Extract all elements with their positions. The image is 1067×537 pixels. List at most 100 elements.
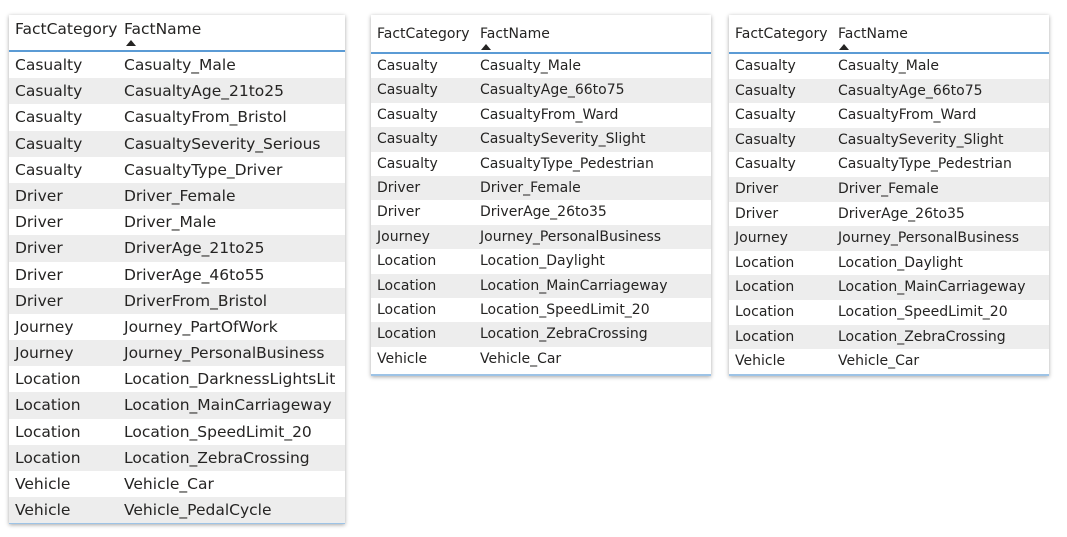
table-row[interactable]: Location Location_ZebraCrossing bbox=[9, 444, 345, 471]
table-row[interactable]: Casualty CasualtyFrom_Bristol bbox=[9, 104, 345, 130]
table-row[interactable]: Driver DriverAge_26to35 bbox=[371, 200, 711, 224]
table-header: FactCategory FactName bbox=[729, 15, 1049, 54]
cell-factcategory: Casualty bbox=[735, 156, 796, 173]
table-row[interactable]: Casualty CasualtySeverity_Slight bbox=[729, 127, 1049, 153]
cell-factcategory: Casualty bbox=[15, 134, 83, 153]
cell-factcategory: Location bbox=[15, 422, 81, 441]
table-row[interactable]: Casualty CasualtySeverity_Serious bbox=[9, 130, 345, 157]
cell-factname: DriverAge_46to55 bbox=[124, 265, 265, 284]
cell-factcategory: Location bbox=[377, 326, 437, 343]
table-row[interactable]: Journey Journey_PersonalBusiness bbox=[9, 340, 345, 367]
table-row[interactable]: Driver DriverAge_46to55 bbox=[9, 262, 345, 288]
table-body: Casualty Casualty_Male Casualty CasualtyAge… bbox=[371, 54, 711, 371]
cell-factcategory: Driver bbox=[377, 204, 421, 221]
table-row[interactable]: Vehicle Vehicle_Car bbox=[371, 347, 711, 371]
cell-factcategory: Casualty bbox=[735, 131, 796, 148]
table-row[interactable]: Location Location_MainCarriageway bbox=[9, 392, 345, 419]
cell-factname: DriverAge_26to35 bbox=[838, 205, 965, 222]
table-row[interactable]: Location Location_MainCarriageway bbox=[729, 275, 1049, 300]
table-row[interactable]: Casualty Casualty_Male bbox=[371, 54, 711, 78]
table-visual-3[interactable]: FactCategory FactName Casualty Casualty_M… bbox=[729, 15, 1049, 376]
cell-factcategory: Casualty bbox=[735, 58, 796, 74]
cell-factcategory: Casualty bbox=[377, 155, 438, 172]
cell-factcategory: Location bbox=[15, 396, 81, 415]
table-row[interactable]: Casualty CasualtyAge_66to75 bbox=[371, 78, 711, 103]
table-row[interactable]: Casualty CasualtySeverity_Slight bbox=[371, 127, 711, 152]
sort-ascending-icon[interactable] bbox=[481, 44, 491, 50]
cell-factname: Driver_Female bbox=[480, 179, 581, 196]
table-visual-1[interactable]: FactCategory FactName Casualty Casualty_M… bbox=[9, 15, 345, 524]
cell-factname: CasualtyAge_66to75 bbox=[838, 82, 983, 99]
cell-factcategory: Location bbox=[735, 328, 795, 345]
cell-factname: CasualtyFrom_Ward bbox=[480, 106, 619, 123]
column-header-factname[interactable]: FactName bbox=[838, 26, 908, 42]
column-header-factcategory[interactable]: FactCategory bbox=[15, 20, 117, 38]
table-row[interactable]: Vehicle Vehicle_PedalCycle bbox=[9, 497, 345, 524]
column-header-factname[interactable]: FactName bbox=[124, 20, 201, 38]
table-body: Casualty Casualty_Male Casualty CasualtyAge… bbox=[729, 54, 1049, 374]
cell-factname: Location_DarknessLightsLit bbox=[124, 370, 336, 389]
table-row[interactable]: Location Location_SpeedLimit_20 bbox=[9, 419, 345, 445]
table-row[interactable]: Driver DriverFrom_Bristol bbox=[9, 287, 345, 314]
table-row[interactable]: Casualty CasualtyType_Pedestrian bbox=[729, 152, 1049, 177]
cell-factname: Vehicle_Car bbox=[480, 350, 562, 367]
table-row[interactable]: Driver DriverAge_21to25 bbox=[9, 235, 345, 262]
cell-factcategory: Location bbox=[735, 303, 795, 320]
table-row[interactable]: Journey Journey_PersonalBusiness bbox=[729, 226, 1049, 251]
sort-ascending-icon[interactable] bbox=[839, 44, 849, 50]
cell-factcategory: Driver bbox=[377, 179, 421, 196]
table-row[interactable]: Journey Journey_PersonalBusiness bbox=[371, 224, 711, 250]
cell-factname: CasualtyFrom_Bristol bbox=[124, 108, 287, 127]
table-row[interactable]: Casualty CasualtyAge_66to75 bbox=[729, 78, 1049, 104]
table-body: Casualty Casualty_Male Casualty CasualtyAge… bbox=[9, 52, 345, 524]
table-row[interactable]: Casualty CasualtyType_Pedestrian bbox=[371, 152, 711, 176]
table-row[interactable]: Casualty Casualty_Male bbox=[9, 52, 345, 78]
cell-factname: CasualtySeverity_Slight bbox=[838, 131, 1004, 148]
table-row[interactable]: Casualty CasualtyType_Driver bbox=[9, 157, 345, 183]
cell-factcategory: Driver bbox=[15, 291, 63, 310]
cell-factcategory: Driver bbox=[15, 213, 63, 232]
column-header-factname[interactable]: FactName bbox=[480, 26, 550, 42]
cell-factname: Journey_PartOfWork bbox=[124, 317, 278, 336]
cell-factcategory: Casualty bbox=[377, 106, 438, 123]
cell-factname: DriverAge_21to25 bbox=[124, 239, 265, 258]
table-row[interactable]: Location Location_ZebraCrossing bbox=[729, 324, 1049, 350]
cell-factcategory: Driver bbox=[15, 186, 63, 205]
table-row[interactable]: Driver DriverAge_26to35 bbox=[729, 202, 1049, 227]
cell-factname: Vehicle_PedalCycle bbox=[124, 501, 272, 520]
table-row[interactable]: Driver Driver_Male bbox=[9, 209, 345, 235]
table-row[interactable]: Location Location_SpeedLimit_20 bbox=[729, 300, 1049, 325]
table-row[interactable]: Casualty CasualtyFrom_Ward bbox=[371, 103, 711, 127]
cell-factname: Vehicle_Car bbox=[838, 353, 920, 370]
table-row[interactable]: Location Location_ZebraCrossing bbox=[371, 322, 711, 347]
table-row[interactable]: Casualty Casualty_Male bbox=[729, 54, 1049, 79]
cell-factcategory: Journey bbox=[377, 228, 430, 245]
table-row[interactable]: Casualty CasualtyFrom_Ward bbox=[729, 103, 1049, 128]
table-row[interactable]: Location Location_Daylight bbox=[729, 251, 1049, 276]
cell-factname: CasualtyType_Pedestrian bbox=[480, 155, 654, 172]
table-row[interactable]: Journey Journey_PartOfWork bbox=[9, 314, 345, 340]
cell-factcategory: Journey bbox=[15, 317, 74, 336]
column-header-factcategory[interactable]: FactCategory bbox=[377, 26, 469, 42]
column-header-factcategory[interactable]: FactCategory bbox=[735, 26, 827, 42]
table-row[interactable]: Driver Driver_Female bbox=[371, 175, 711, 201]
cell-factname: Location_Daylight bbox=[480, 253, 605, 270]
table-row[interactable]: Driver Driver_Female bbox=[9, 182, 345, 210]
table-row[interactable]: Vehicle Vehicle_Car bbox=[9, 471, 345, 497]
cell-factname: Location_MainCarriageway bbox=[480, 277, 668, 294]
table-row[interactable]: Location Location_SpeedLimit_20 bbox=[371, 298, 711, 322]
cell-factname: Location_MainCarriageway bbox=[124, 396, 332, 415]
table-row[interactable]: Location Location_Daylight bbox=[371, 249, 711, 273]
table-visual-2[interactable]: FactCategory FactName Casualty Casualty_M… bbox=[371, 15, 711, 376]
cell-factcategory: Vehicle bbox=[735, 353, 786, 370]
table-row[interactable]: Casualty CasualtyAge_21to25 bbox=[9, 78, 345, 105]
sort-ascending-icon[interactable] bbox=[126, 40, 136, 46]
table-row[interactable]: Vehicle Vehicle_Car bbox=[729, 349, 1049, 374]
table-row[interactable]: Location Location_MainCarriageway bbox=[371, 273, 711, 298]
table-row[interactable]: Location Location_DarknessLightsLit bbox=[9, 366, 345, 392]
cell-factcategory: Driver bbox=[735, 180, 779, 197]
cell-factname: CasualtyType_Driver bbox=[124, 160, 283, 179]
cell-factname: Vehicle_Car bbox=[124, 475, 214, 493]
table-row[interactable]: Driver Driver_Female bbox=[729, 176, 1049, 202]
cell-factcategory: Driver bbox=[735, 205, 779, 222]
